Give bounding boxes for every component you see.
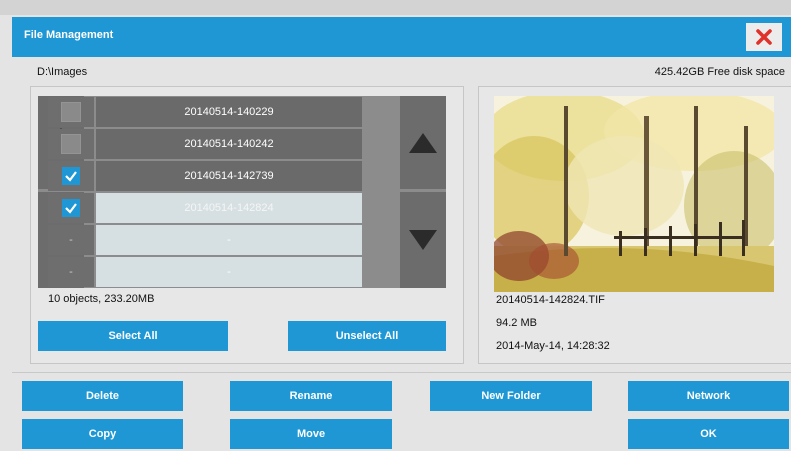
- row-checkbox-cell[interactable]: [48, 193, 94, 223]
- new-folder-button[interactable]: New Folder: [430, 381, 592, 411]
- row-checkbox-cell[interactable]: -: [48, 225, 94, 255]
- current-path: D:\Images: [37, 66, 88, 78]
- title-bar: File Management: [12, 17, 791, 57]
- select-all-button[interactable]: Select All: [38, 321, 228, 351]
- row-checkbox[interactable]: [61, 134, 81, 154]
- preview-filename: 20140514-142824.TIF: [496, 294, 605, 306]
- image-preview: [494, 96, 774, 292]
- top-strip: [0, 0, 791, 15]
- file-row-empty[interactable]: -: [96, 225, 362, 255]
- preview-thumbnail: [494, 96, 774, 292]
- file-row-selected[interactable]: 20140514-142824: [96, 193, 362, 223]
- row-checkbox-checked[interactable]: [62, 167, 80, 185]
- scroll-up-button[interactable]: [400, 96, 446, 189]
- divider: [12, 372, 791, 373]
- row-checkbox-checked[interactable]: [62, 199, 80, 217]
- move-button[interactable]: Move: [230, 419, 392, 449]
- copy-button[interactable]: Copy: [22, 419, 183, 449]
- down-triangle-icon: [409, 230, 437, 250]
- file-row[interactable]: 20140514-142739: [96, 161, 362, 191]
- rename-button[interactable]: Rename: [230, 381, 392, 411]
- row-checkbox-cell[interactable]: [48, 97, 94, 127]
- row-checkbox[interactable]: [61, 102, 81, 122]
- ok-button[interactable]: OK: [628, 419, 789, 449]
- file-row[interactable]: 20140514-140229: [96, 97, 362, 127]
- close-button[interactable]: [746, 23, 782, 51]
- up-triangle-icon: [409, 132, 437, 153]
- file-row-empty[interactable]: -: [96, 257, 362, 287]
- delete-button[interactable]: Delete: [22, 381, 183, 411]
- object-count: 10 objects, 233.20MB: [48, 293, 155, 305]
- row-empty-marker: -: [69, 234, 73, 246]
- checkmark-icon: [65, 171, 77, 182]
- network-button[interactable]: Network: [628, 381, 789, 411]
- scroll-down-button[interactable]: [400, 192, 446, 288]
- unselect-all-button[interactable]: Unselect All: [288, 321, 446, 351]
- preview-date: 2014-May-14, 14:28:32: [496, 340, 610, 352]
- checkmark-icon: [65, 203, 77, 214]
- row-checkbox-cell[interactable]: [48, 161, 94, 191]
- row-checkbox-cell[interactable]: [48, 129, 94, 159]
- free-disk-space: 425.42GB Free disk space: [654, 66, 785, 78]
- row-checkbox-cell[interactable]: -: [48, 257, 94, 287]
- window-title: File Management: [24, 29, 114, 41]
- row-empty-marker: -: [69, 266, 73, 278]
- close-icon: [756, 29, 772, 45]
- preview-filesize: 94.2 MB: [496, 317, 537, 329]
- file-row[interactable]: 20140514-140242: [96, 129, 362, 159]
